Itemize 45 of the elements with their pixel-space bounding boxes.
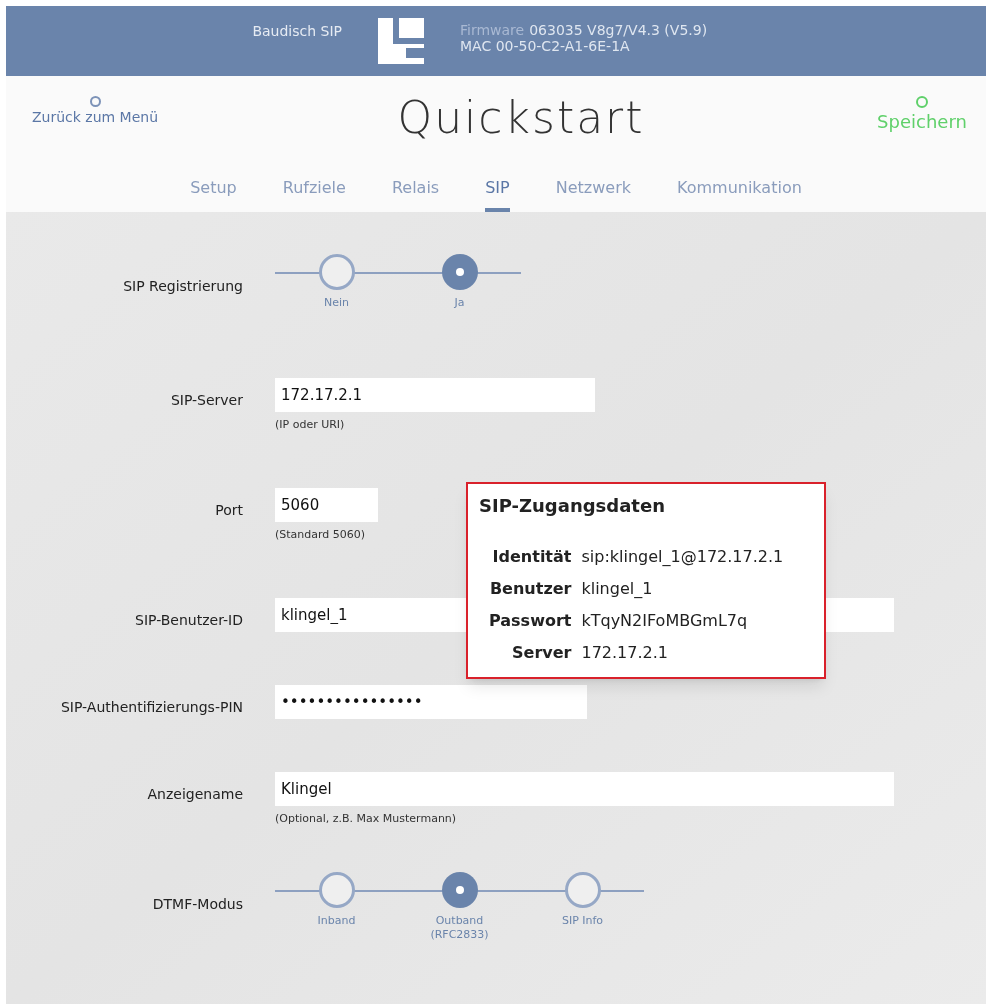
firmware-version: 063035 V8g7/V4.3 (V5.9) [529, 22, 708, 38]
detail-value: kTqyN2IFoMBGmL7q [581, 610, 749, 632]
radio-button[interactable] [441, 254, 478, 290]
field-label: SIP Registrierung [122, 277, 243, 296]
nav-tab[interactable]: Relais [391, 172, 440, 212]
nav-tab[interactable]: Rufziele [282, 172, 346, 212]
detail-value: sip:klingel_1@172.17.2.1 [581, 546, 785, 568]
popup-title: SIP-Zugangsdaten [479, 494, 666, 518]
input-field[interactable]: 5060 [275, 488, 378, 522]
product-name: Baudisch SIP [251, 21, 342, 41]
field-label: SIP-Server [169, 391, 243, 410]
firmware-label: Firmware [460, 22, 525, 38]
detail-value: klingel_1 [581, 578, 654, 600]
option-label: Outband (RFC2833) [429, 914, 490, 942]
option-label: SIP Info [560, 914, 605, 928]
detail-key: Identität [479, 545, 572, 569]
hint-text: (IP oder URI) [275, 417, 346, 433]
field-label: Port [214, 501, 243, 520]
radio-button[interactable] [318, 872, 355, 908]
hint-text: (Optional, z.B. Max Mustermann) [275, 811, 458, 827]
radio-button[interactable] [564, 872, 601, 908]
nav-tab[interactable]: Kommunikation [677, 172, 802, 212]
logo-icon [378, 18, 424, 64]
radio-button[interactable] [318, 254, 355, 290]
mac-address: MAC 00-50-C2-A1-6E-1A [460, 38, 631, 54]
nav-tab[interactable]: Setup [190, 172, 237, 212]
hint-text: (Standard 5060) [275, 527, 367, 543]
detail-key: Passwort [479, 609, 572, 633]
detail-key: Server [479, 641, 572, 665]
detail-key: Benutzer [479, 577, 572, 601]
back-link[interactable]: Zurück zum Menü [20, 96, 170, 128]
input-field[interactable]: Klingel [275, 772, 894, 806]
field-label: Anzeigename [146, 785, 243, 804]
input-field[interactable]: •••••••••••••••• [275, 685, 587, 719]
option-label: Inband [316, 914, 357, 928]
detail-value: 172.17.2.1 [581, 642, 669, 664]
page-title: Quickstart [397, 91, 645, 145]
option-label: Ja [453, 296, 466, 310]
input-field[interactable]: 172.17.2.1 [275, 378, 595, 412]
field-label: SIP-Benutzer-ID [134, 611, 243, 630]
field-label: SIP-Authentifizierungs-PIN [59, 698, 243, 717]
nav-tab[interactable]: Netzwerk [555, 172, 631, 212]
radio-button[interactable] [441, 872, 478, 908]
option-label: Nein [323, 296, 350, 310]
field-label: DTMF-Modus [151, 895, 243, 914]
